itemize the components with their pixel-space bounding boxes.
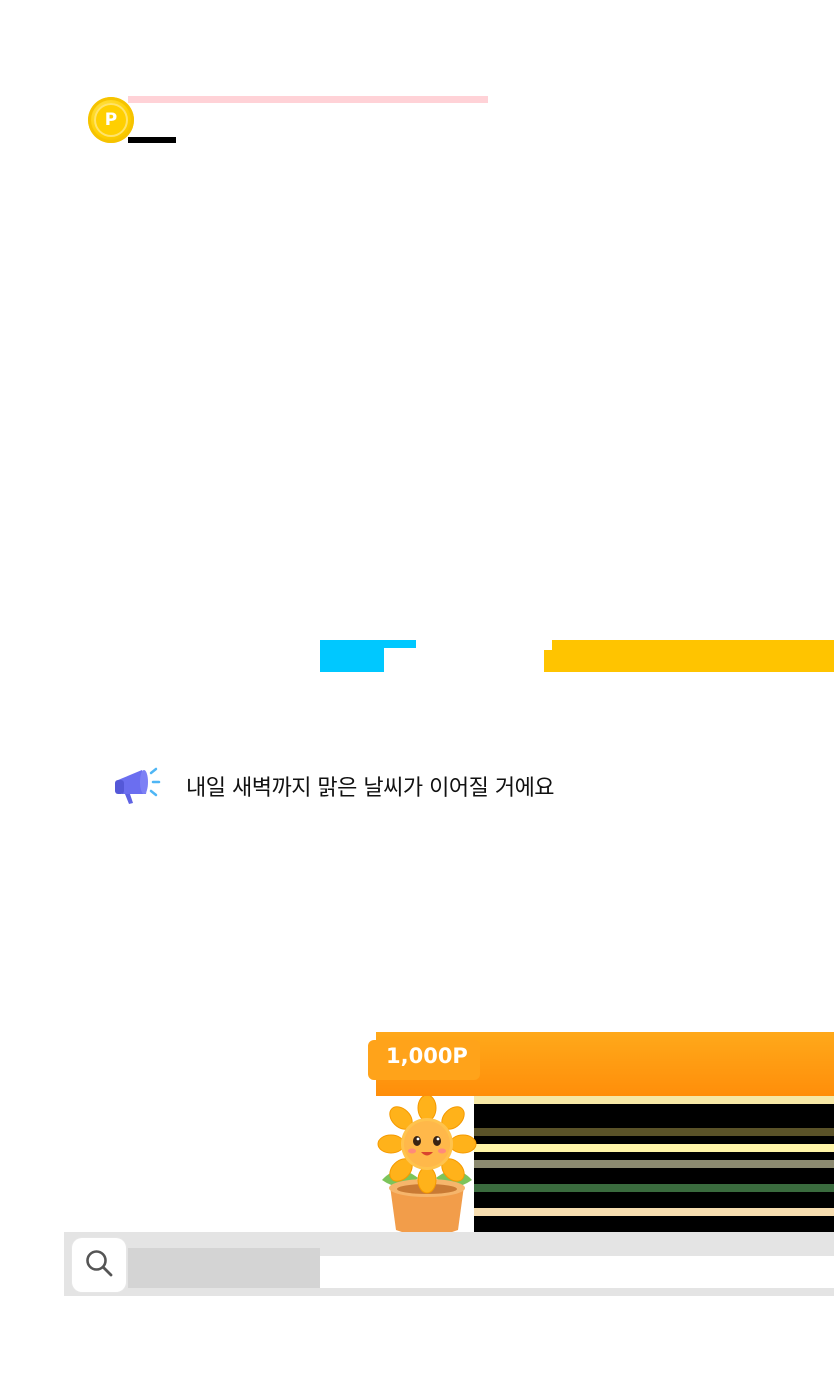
stripe: [474, 1192, 834, 1208]
cyan-block-tail: [384, 640, 416, 648]
yellow-block-notch: [544, 640, 552, 650]
search-placeholder-block: [128, 1248, 320, 1288]
header-accent-bar: [128, 96, 488, 103]
header-underline-bar: [128, 137, 176, 143]
stripe: [474, 1128, 834, 1136]
stripe: [474, 1168, 834, 1184]
search-button[interactable]: [72, 1238, 126, 1292]
sunflower-pot-icon[interactable]: [372, 1094, 482, 1240]
stripe: [474, 1152, 834, 1160]
stripe: [474, 1096, 834, 1104]
stripe: [474, 1144, 834, 1152]
stripe: [474, 1216, 834, 1232]
yellow-block: [544, 640, 834, 672]
stripe: [474, 1184, 834, 1192]
search-icon: [83, 1247, 115, 1283]
cyan-block: [320, 640, 384, 672]
stripe: [474, 1104, 834, 1128]
stripe: [474, 1208, 834, 1216]
stripe: [474, 1160, 834, 1168]
search-input[interactable]: [320, 1256, 834, 1288]
point-coin-label: P: [94, 103, 128, 137]
megaphone-icon: [112, 764, 162, 808]
stripe: [474, 1136, 834, 1144]
notice-text: 내일 새벽까지 맑은 날씨가 이어질 거에요: [186, 776, 555, 801]
points-label: 1,000P: [386, 1044, 468, 1068]
point-coin-icon[interactable]: P: [88, 97, 134, 143]
